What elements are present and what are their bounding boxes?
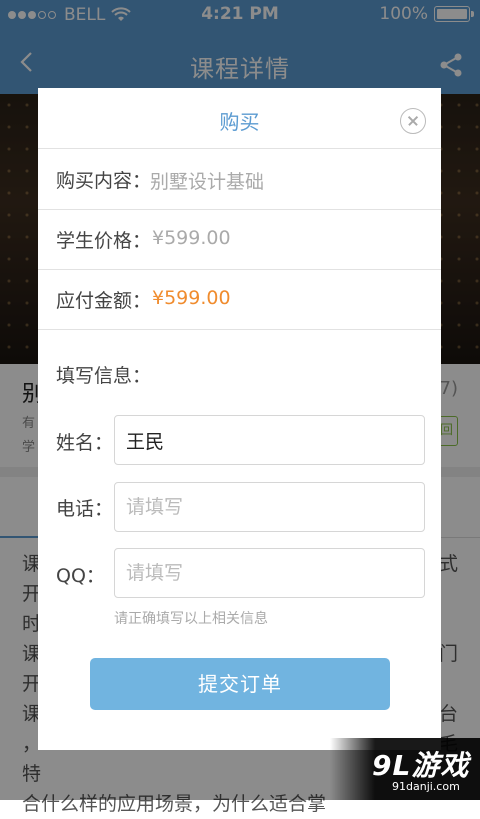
purchase-dialog: 购买 购买内容： 别墅设计基础 学生价格： ¥599.00 应付金额： ¥599… xyxy=(38,88,441,750)
submit-order-button[interactable]: 提交订单 xyxy=(90,658,390,710)
watermark-url: 91danji.com xyxy=(392,780,460,793)
student-price-row: 学生价格： ¥599.00 xyxy=(38,209,441,270)
name-input[interactable] xyxy=(114,415,425,465)
form-hint: 请正确填写以上相关信息 xyxy=(114,611,268,627)
dialog-header: 购买 xyxy=(38,88,441,149)
qq-input[interactable] xyxy=(114,548,425,598)
dialog-title: 购买 xyxy=(219,110,260,134)
watermark-logo: 9L游戏 xyxy=(372,749,470,782)
amount-label: 应付金额： xyxy=(56,290,152,312)
purchase-content-row: 购买内容： 别墅设计基础 xyxy=(38,149,441,210)
content-label: 购买内容： xyxy=(56,170,152,192)
info-section-label: 填写信息： xyxy=(56,365,152,387)
student-price-value: ¥599.00 xyxy=(152,227,231,249)
content-value: 别墅设计基础 xyxy=(150,171,265,193)
phone-input[interactable] xyxy=(114,482,425,532)
student-price-label: 学生价格： xyxy=(56,230,152,252)
close-icon[interactable] xyxy=(400,108,426,134)
amount-due-row: 应付金额： ¥599.00 xyxy=(38,269,441,330)
phone-label: 电话： xyxy=(56,498,114,520)
qq-label: QQ： xyxy=(56,565,105,587)
amount-value: ¥599.00 xyxy=(152,287,231,309)
name-label: 姓名： xyxy=(56,432,114,454)
